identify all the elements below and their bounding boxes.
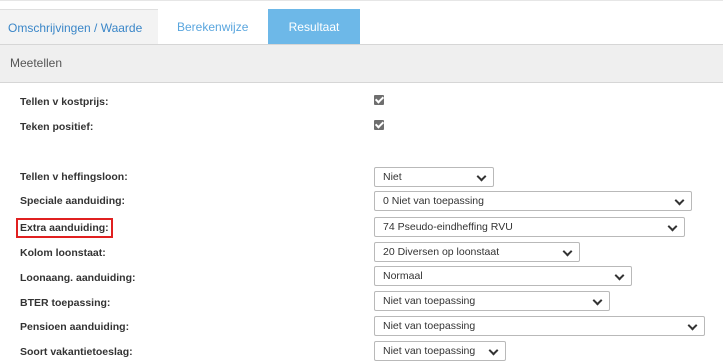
label-loonaang-aanduiding: Loonaang. aanduiding: xyxy=(20,272,136,284)
section-title: Meetellen xyxy=(10,56,63,70)
select-bter-toepassing[interactable]: Niet van toepassing xyxy=(374,291,610,311)
chevron-down-icon xyxy=(488,345,499,356)
select-value: Niet van toepassing xyxy=(383,295,476,307)
select-soort-vakantietoeslag[interactable]: Niet van toepassing xyxy=(374,341,506,361)
section-header-meetellen: Meetellen xyxy=(0,44,723,83)
select-speciale-aanduiding[interactable]: 0 Niet van toepassing xyxy=(374,191,692,211)
label-extra-aanduiding: Extra aanduiding: xyxy=(16,218,113,238)
chevron-down-icon xyxy=(562,246,573,257)
select-value: Normaal xyxy=(383,270,423,282)
chevron-down-icon xyxy=(476,171,487,182)
tab-resultaat[interactable]: Resultaat xyxy=(268,9,360,45)
select-value: 0 Niet van toepassing xyxy=(383,195,484,207)
select-value: Niet van toepassing xyxy=(383,345,476,357)
label-speciale-aanduiding: Speciale aanduiding: xyxy=(20,195,126,207)
tab-omschrijvingen-waarde[interactable]: Omschrijvingen / Waarde xyxy=(0,9,158,46)
select-value: Niet xyxy=(383,171,402,183)
select-value: 20 Diversen op loonstaat xyxy=(383,246,500,258)
label-pensioen-aanduiding: Pensioen aanduiding: xyxy=(20,321,130,333)
select-loonaang-aanduiding[interactable]: Normaal xyxy=(374,266,632,286)
select-pensioen-aanduiding[interactable]: Niet van toepassing xyxy=(374,316,705,336)
chevron-down-icon xyxy=(614,270,625,281)
label-soort-vakantietoeslag: Soort vakantietoeslag: xyxy=(20,346,133,358)
checkbox-tellen-kostprijs[interactable] xyxy=(374,95,384,105)
chevron-down-icon xyxy=(687,320,698,331)
select-value: 74 Pseudo-eindheffing RVU xyxy=(383,221,513,233)
select-tellen-heffingsloon[interactable]: Niet xyxy=(374,167,494,187)
tab-berekenwijze[interactable]: Berekenwijze xyxy=(165,9,267,45)
tab-bar: Omschrijvingen / Waarde Berekenwijze Res… xyxy=(0,0,723,46)
select-extra-aanduiding[interactable]: 74 Pseudo-eindheffing RVU xyxy=(374,217,685,237)
label-tellen-heffingsloon: Tellen v heffingsloon: xyxy=(20,171,128,183)
select-value: Niet van toepassing xyxy=(383,320,476,332)
label-kolom-loonstaat: Kolom loonstaat: xyxy=(20,247,106,259)
label-teken-positief: Teken positief: xyxy=(20,121,94,133)
chevron-down-icon xyxy=(667,221,678,232)
select-kolom-loonstaat[interactable]: 20 Diversen op loonstaat xyxy=(374,242,580,262)
chevron-down-icon xyxy=(674,195,685,206)
checkbox-teken-positief[interactable] xyxy=(374,120,384,130)
label-tellen-kostprijs: Tellen v kostprijs: xyxy=(20,96,109,108)
chevron-down-icon xyxy=(592,295,603,306)
label-bter-toepassing: BTER toepassing: xyxy=(20,297,111,309)
